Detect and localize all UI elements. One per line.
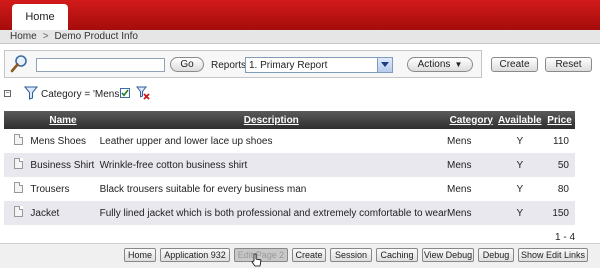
cell-price: 80 xyxy=(544,177,575,201)
edit-row-icon[interactable] xyxy=(14,206,23,217)
cell-available: Y xyxy=(495,153,545,177)
table-row: Trousers Black trousers suitable for eve… xyxy=(4,177,575,201)
column-header-available[interactable]: Available xyxy=(495,111,545,129)
column-header-icon xyxy=(4,111,31,129)
column-header-name[interactable]: Name xyxy=(30,111,96,129)
search-input[interactable] xyxy=(36,58,165,72)
cell-category: Mens xyxy=(446,201,496,225)
mouse-pointer-icon xyxy=(250,253,264,267)
column-header-category[interactable]: Category xyxy=(446,111,496,129)
dev-show-edit-links-button[interactable]: Show Edit Links xyxy=(518,248,588,262)
dev-debug-button[interactable]: Debug xyxy=(478,248,514,262)
pagination-text: 1 - 4 xyxy=(555,232,576,243)
cell-price: 110 xyxy=(544,129,575,153)
actions-label: Actions xyxy=(417,59,451,70)
table-row: Jacket Fully lined jacket which is both … xyxy=(4,201,575,225)
column-header-description[interactable]: Description xyxy=(95,111,447,129)
filter-enable-checkbox[interactable] xyxy=(120,88,130,98)
column-header-price[interactable]: Price xyxy=(544,111,575,129)
report-select[interactable]: 1. Primary Report xyxy=(245,57,393,73)
cell-category: Mens xyxy=(446,177,496,201)
dev-session-button[interactable]: Session xyxy=(330,248,372,262)
filter-row: − Category = 'Mens' xyxy=(4,86,204,102)
table-row: Business Shirt Wrinkle-free cotton busin… xyxy=(4,153,575,177)
actions-menu-button[interactable]: Actions ▼ xyxy=(407,57,473,72)
collapse-icon[interactable]: − xyxy=(4,90,11,97)
cell-description: Wrinkle-free cotton business shirt xyxy=(95,153,447,177)
edit-row-icon[interactable] xyxy=(14,158,23,169)
funnel-icon xyxy=(23,86,39,100)
breadcrumb-home-link[interactable]: Home xyxy=(10,31,37,42)
remove-filter-icon[interactable] xyxy=(135,86,150,100)
cell-available: Y xyxy=(495,129,545,153)
dev-create-button[interactable]: Create xyxy=(292,248,326,262)
breadcrumb-current: Demo Product Info xyxy=(54,31,138,42)
cell-name: Business Shirt xyxy=(30,153,96,177)
go-button[interactable]: Go xyxy=(170,57,204,72)
cell-name: Trousers xyxy=(30,177,96,201)
chevron-down-icon[interactable] xyxy=(377,58,392,72)
dev-application-button[interactable]: Application 932 xyxy=(160,248,230,262)
edit-row-icon[interactable] xyxy=(14,182,23,193)
edit-row-icon[interactable] xyxy=(14,134,23,145)
filter-label[interactable]: Category = 'Mens' xyxy=(41,89,121,100)
reset-button[interactable]: Reset xyxy=(545,57,592,72)
cell-available: Y xyxy=(495,201,545,225)
report-select-value: 1. Primary Report xyxy=(249,59,328,71)
dev-caching-button[interactable]: Caching xyxy=(376,248,418,262)
top-navigation-bar: Home xyxy=(0,0,600,30)
report-table: Name Description Category Available Pric… xyxy=(4,111,575,225)
dev-home-button[interactable]: Home xyxy=(124,248,156,262)
table-row: Mens Shoes Leather upper and lower lace … xyxy=(4,129,575,153)
create-button[interactable]: Create xyxy=(491,57,538,72)
breadcrumb-separator: > xyxy=(42,31,49,42)
developer-toolbar: Home Application 932 Edit Page 2 Create … xyxy=(0,243,600,268)
cell-category: Mens xyxy=(446,153,496,177)
tab-home[interactable]: Home xyxy=(12,4,68,30)
cell-description: Fully lined jacket which is both profess… xyxy=(95,201,447,225)
caret-down-icon: ▼ xyxy=(454,60,463,69)
cell-description: Leather upper and lower lace up shoes xyxy=(95,129,447,153)
cell-category: Mens xyxy=(446,129,496,153)
cell-available: Y xyxy=(495,177,545,201)
cell-description: Black trousers suitable for every busine… xyxy=(95,177,447,201)
cell-name: Mens Shoes xyxy=(30,129,96,153)
table-header-row: Name Description Category Available Pric… xyxy=(4,111,575,129)
cell-price: 50 xyxy=(544,153,575,177)
cell-name: Jacket xyxy=(30,201,96,225)
search-icon[interactable] xyxy=(9,54,29,74)
dev-view-debug-button[interactable]: View Debug xyxy=(422,248,474,262)
breadcrumb: Home > Demo Product Info xyxy=(0,30,600,44)
cell-price: 150 xyxy=(544,201,575,225)
reports-label: Reports xyxy=(211,60,247,71)
search-region: Go Reports 1. Primary Report Actions ▼ xyxy=(4,50,482,78)
